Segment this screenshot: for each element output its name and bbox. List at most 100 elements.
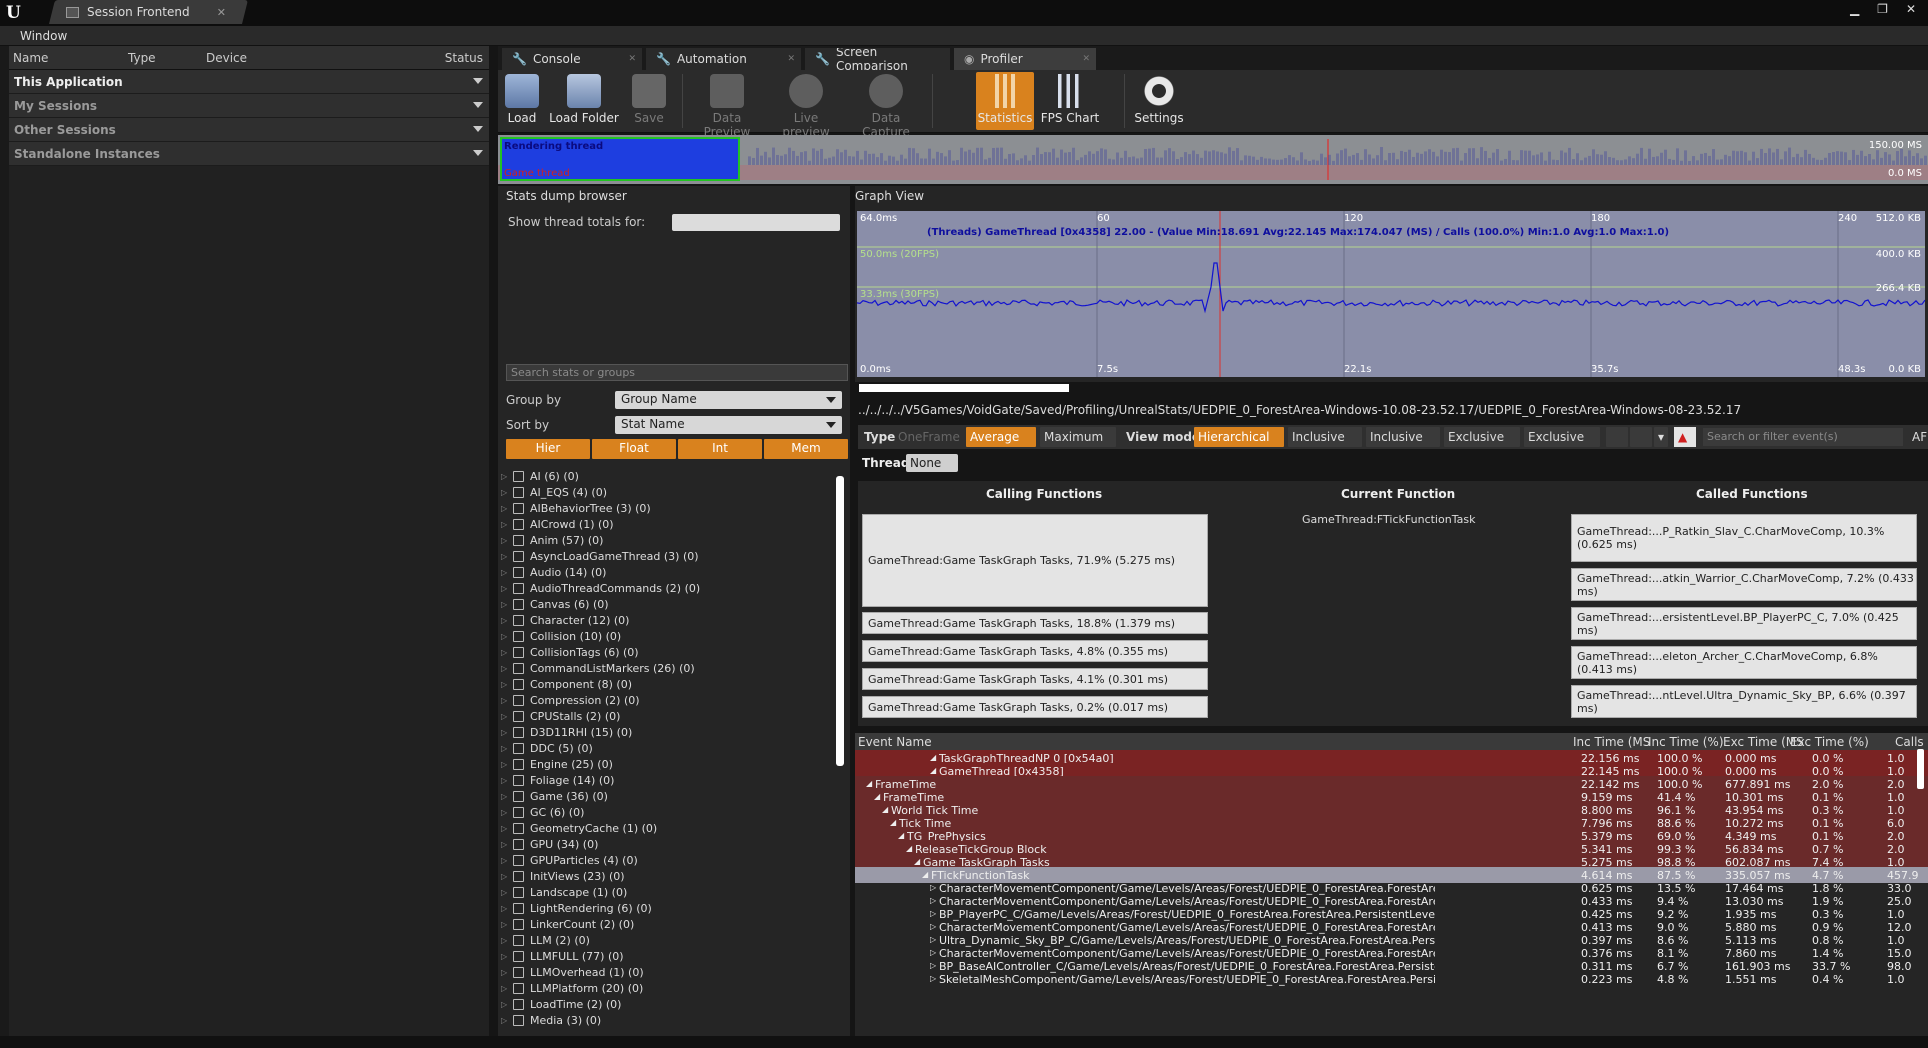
- expand-arrow-icon[interactable]: ▷: [501, 968, 511, 977]
- stat-group-item[interactable]: ▷ Canvas (6) (0): [498, 596, 838, 612]
- stat-group-item[interactable]: ▷ DDC (5) (0): [498, 740, 838, 756]
- stat-group-item[interactable]: ▷ Media (3) (0): [498, 1012, 838, 1028]
- load-folder-button[interactable]: Load Folder: [548, 72, 620, 130]
- collapse-icon[interactable]: [1630, 427, 1652, 447]
- stat-group-item[interactable]: ▷ LLMPlatform (20) (0): [498, 980, 838, 996]
- expand-arrow-icon[interactable]: ▷: [501, 552, 511, 561]
- col-status[interactable]: Status: [445, 51, 483, 65]
- close-tab-icon[interactable]: ✕: [217, 6, 226, 19]
- expand-icon[interactable]: [1606, 427, 1628, 447]
- tree-arrow-icon[interactable]: ◢: [890, 818, 896, 827]
- expand-arrow-icon[interactable]: ▷: [501, 872, 511, 881]
- thread-select[interactable]: None: [906, 454, 958, 472]
- expand-arrow-icon[interactable]: ▷: [501, 648, 511, 657]
- expand-arrow-icon[interactable]: ▷: [501, 744, 511, 753]
- tree-arrow-icon[interactable]: ▷: [930, 922, 936, 931]
- stat-group-item[interactable]: ▷ Character (12) (0): [498, 612, 838, 628]
- expand-arrow-icon[interactable]: ▷: [501, 824, 511, 833]
- stat-group-item[interactable]: ▷ LLMOverhead (1) (0): [498, 964, 838, 980]
- stat-group-item[interactable]: ▷ Component (8) (0): [498, 676, 838, 692]
- graph-plot[interactable]: 64.0ms 60 120 180 240 512.0 KB 400.0 KB …: [857, 211, 1925, 377]
- culling-icon[interactable]: ▲: [1674, 427, 1696, 447]
- expand-arrow-icon[interactable]: ▷: [501, 616, 511, 625]
- tree-arrow-icon[interactable]: ◢: [882, 805, 888, 814]
- stat-group-item[interactable]: ▷ Compression (2) (0): [498, 692, 838, 708]
- group-this-application[interactable]: This Application: [9, 70, 489, 94]
- tree-arrow-icon[interactable]: ◢: [930, 753, 936, 762]
- menu-window[interactable]: Window: [20, 29, 67, 43]
- expand-arrow-icon[interactable]: ▷: [501, 680, 511, 689]
- stat-group-item[interactable]: ▷ AsyncLoadGameThread (3) (0): [498, 548, 838, 564]
- event-table-scrollbar[interactable]: [1917, 749, 1924, 789]
- called-function[interactable]: GameThread:...atkin_Warrior_C.CharMoveCo…: [1571, 568, 1917, 601]
- tree-arrow-icon[interactable]: ▷: [930, 974, 936, 983]
- stat-group-item[interactable]: ▷ InitViews (23) (0): [498, 868, 838, 884]
- stat-group-item[interactable]: ▷ LinkerCount (2) (0): [498, 916, 838, 932]
- expand-arrow-icon[interactable]: ▷: [501, 904, 511, 913]
- close-tab-icon[interactable]: ✕: [1082, 54, 1090, 64]
- thread-totals-select[interactable]: [672, 214, 840, 231]
- stat-group-item[interactable]: ▷ GPU (34) (0): [498, 836, 838, 852]
- pane-splitter[interactable]: [489, 46, 498, 1036]
- expand-arrow-icon[interactable]: ▷: [501, 712, 511, 721]
- stat-group-item[interactable]: ▷ CPUStalls (2) (0): [498, 708, 838, 724]
- tree-arrow-icon[interactable]: ▷: [930, 896, 936, 905]
- expand-arrow-icon[interactable]: ▷: [501, 1000, 511, 1009]
- average-button[interactable]: Average: [966, 427, 1036, 447]
- restore-icon[interactable]: ❐: [1877, 2, 1888, 16]
- close-tab-icon[interactable]: ✕: [787, 54, 795, 64]
- stat-group-item[interactable]: ▷ AI_EQS (4) (0): [498, 484, 838, 500]
- called-function[interactable]: GameThread:...ntLevel.Ultra_Dynamic_Sky_…: [1571, 685, 1917, 718]
- expand-arrow-icon[interactable]: ▷: [501, 600, 511, 609]
- expand-arrow-icon[interactable]: ▷: [501, 1016, 511, 1025]
- data-capture-button[interactable]: Data Capture: [846, 72, 926, 139]
- expand-arrow-icon[interactable]: ▷: [501, 520, 511, 529]
- calling-function[interactable]: GameThread:Game TaskGraph Tasks, 71.9% (…: [862, 514, 1208, 607]
- stat-group-item[interactable]: ▷ LightRendering (6) (0): [498, 900, 838, 916]
- expand-arrow-icon[interactable]: ▷: [501, 728, 511, 737]
- close-window-icon[interactable]: ✕: [1906, 2, 1916, 16]
- stat-group-item[interactable]: ▷ GeometryCache (1) (0): [498, 820, 838, 836]
- col-event-name[interactable]: Event Name: [858, 735, 932, 749]
- mem-toggle[interactable]: Mem: [764, 439, 848, 459]
- group-standalone-instances[interactable]: Standalone Instances: [9, 142, 489, 166]
- save-button[interactable]: Save: [622, 72, 676, 130]
- stat-group-item[interactable]: ▷ Anim (57) (0): [498, 532, 838, 548]
- current-function[interactable]: GameThread:FTickFunctionTask: [1302, 513, 1475, 526]
- tab-screen-comparison[interactable]: 🔧 Screen Comparison: [805, 48, 950, 70]
- tab-automation[interactable]: 🔧 Automation ✕: [646, 48, 801, 70]
- hierarchical-button[interactable]: Hierarchical: [1194, 427, 1284, 447]
- tree-arrow-icon[interactable]: ▷: [930, 883, 936, 892]
- expand-arrow-icon[interactable]: ▷: [501, 488, 511, 497]
- calling-function[interactable]: GameThread:Game TaskGraph Tasks, 4.8% (0…: [862, 640, 1208, 662]
- col-name[interactable]: Name: [13, 51, 48, 65]
- stat-group-item[interactable]: ▷ LLM (2) (0): [498, 932, 838, 948]
- exclusive-button[interactable]: Exclusive: [1524, 427, 1600, 447]
- sort-by-select[interactable]: Stat Name: [615, 416, 842, 434]
- expand-arrow-icon[interactable]: ▷: [501, 856, 511, 865]
- col-inc-time-ms[interactable]: Inc Time (MS: [1573, 735, 1650, 749]
- live-preview-button[interactable]: Live preview: [770, 72, 842, 139]
- calling-function[interactable]: GameThread:Game TaskGraph Tasks, 0.2% (0…: [862, 696, 1208, 718]
- document-tab[interactable]: Session Frontend ✕: [60, 0, 240, 24]
- group-other-sessions[interactable]: Other Sessions: [9, 118, 489, 142]
- stat-group-item[interactable]: ▷ Game (36) (0): [498, 788, 838, 804]
- tab-profiler[interactable]: ◉ Profiler ✕: [954, 48, 1096, 70]
- tree-arrow-icon[interactable]: ◢: [898, 831, 904, 840]
- expand-arrow-icon[interactable]: ▷: [501, 584, 511, 593]
- expand-arrow-icon[interactable]: ▷: [501, 568, 511, 577]
- stat-group-item[interactable]: ▷ Foliage (14) (0): [498, 772, 838, 788]
- expand-arrow-icon[interactable]: ▷: [501, 984, 511, 993]
- group-by-select[interactable]: Group Name: [615, 391, 842, 409]
- expand-arrow-icon[interactable]: ▷: [501, 952, 511, 961]
- expand-arrow-icon[interactable]: ▷: [501, 696, 511, 705]
- af-toggle[interactable]: AF: [1908, 427, 1928, 447]
- called-function[interactable]: GameThread:...eleton_Archer_C.CharMoveCo…: [1571, 646, 1917, 679]
- tree-arrow-icon[interactable]: ◢: [914, 857, 920, 866]
- frame-timeline[interactable]: Rendering thread Game thread 150.00 MS 0…: [498, 135, 1928, 184]
- stat-group-item[interactable]: ▷ GC (6) (0): [498, 804, 838, 820]
- float-toggle[interactable]: Float: [592, 439, 676, 459]
- stats-search-input[interactable]: Search stats or groups: [506, 364, 848, 381]
- called-function[interactable]: GameThread:...ersistentLevel.BP_PlayerPC…: [1571, 607, 1917, 640]
- col-type[interactable]: Type: [128, 51, 156, 65]
